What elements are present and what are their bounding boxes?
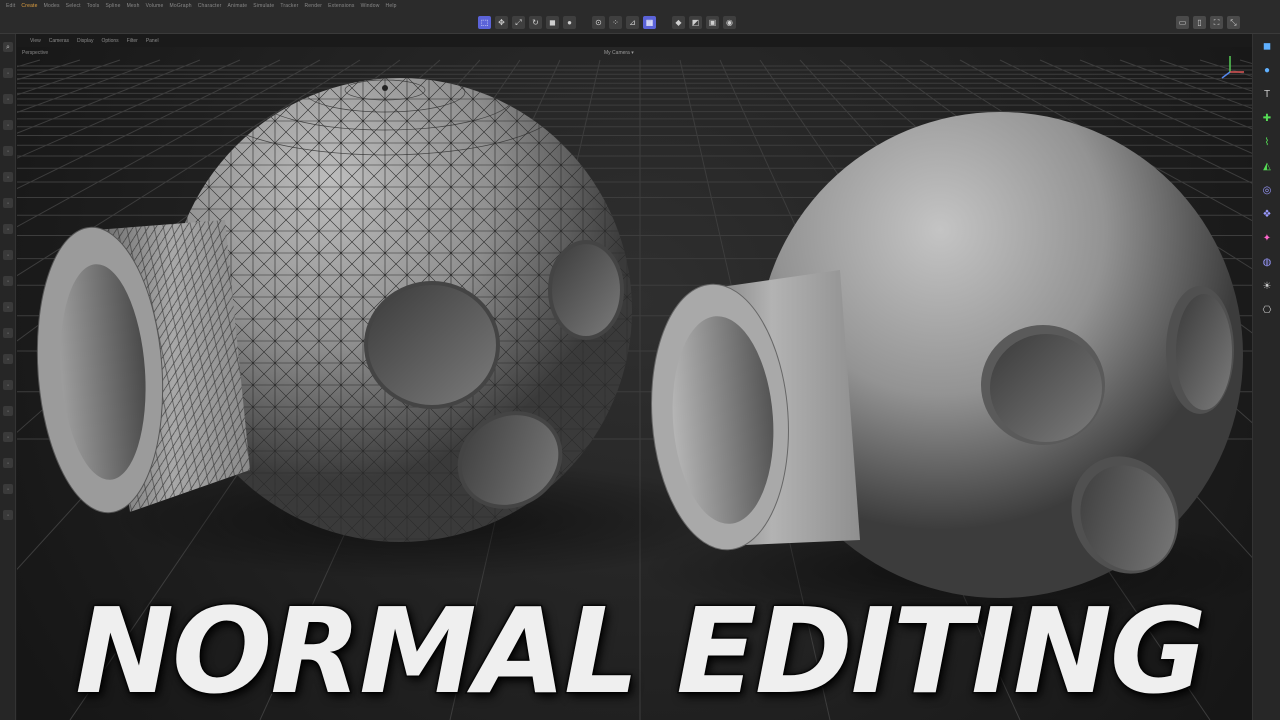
viewport-label: Perspective	[22, 50, 49, 56]
menu-item-select[interactable]: Select	[66, 3, 81, 9]
spline-icon[interactable]: ⌇	[1260, 136, 1274, 150]
menu-item-render[interactable]: Render	[304, 3, 322, 9]
select-icon[interactable]: ⬚	[478, 16, 491, 29]
texture-icon[interactable]: ▣	[706, 16, 719, 29]
bevel-icon[interactable]: ·	[3, 250, 13, 260]
menu-item-spline[interactable]: Spline	[105, 3, 120, 9]
menu-item-create[interactable]: Create	[21, 3, 37, 9]
sphere-icon[interactable]: ●	[1260, 64, 1274, 78]
extrude-icon[interactable]: ·	[3, 224, 13, 234]
menu-item-edit[interactable]: Edit	[6, 3, 15, 9]
sphere-icon[interactable]: ●	[563, 16, 576, 29]
cube-icon[interactable]: ◼	[546, 16, 559, 29]
scale-icon[interactable]: ⤢	[512, 16, 525, 29]
light-icon[interactable]: ☀	[1260, 280, 1274, 294]
polygons-icon[interactable]: ▦	[643, 16, 656, 29]
viewport-menu-filter[interactable]: Filter	[127, 38, 138, 44]
field-icon[interactable]: ◎	[1260, 184, 1274, 198]
layout-alt-icon[interactable]: ▯	[1193, 16, 1206, 29]
menu-item-tracker[interactable]: Tracker	[280, 3, 298, 9]
viewport-menu-display[interactable]: Display	[77, 38, 93, 44]
title-overlay: NORMAL EDITING	[0, 581, 1280, 720]
menu-item-mesh[interactable]: Mesh	[127, 3, 140, 9]
rotate-tool-icon[interactable]: ·	[3, 94, 13, 104]
select-tool-icon[interactable]: ·	[3, 146, 13, 156]
menu-item-character[interactable]: Character	[198, 3, 222, 9]
viewport-menu-options[interactable]: Options	[101, 38, 118, 44]
settings-icon[interactable]: ·	[3, 510, 13, 520]
deformer-icon[interactable]: ◭	[1260, 160, 1274, 174]
viewport-menu-view[interactable]: View	[30, 38, 41, 44]
volume-icon[interactable]: ◍	[1260, 256, 1274, 270]
model-icon[interactable]: ◆	[672, 16, 685, 29]
smooth-icon[interactable]: ·	[3, 484, 13, 494]
layout-toolbar: ▭ ▯ ⛶ ⤡	[1176, 16, 1240, 29]
mirror-icon[interactable]: ·	[3, 432, 13, 442]
text-icon[interactable]: T	[1260, 88, 1274, 102]
fullscreen-icon[interactable]: ⛶	[1210, 16, 1223, 29]
cube-icon[interactable]: ◼	[1260, 40, 1274, 54]
bridge-icon[interactable]: ·	[3, 276, 13, 286]
menu-item-mograph[interactable]: MoGraph	[169, 3, 191, 9]
move-icon[interactable]: ✥	[495, 16, 508, 29]
menubar: Edit Create Modes Select Tools Spline Mesh Volu…	[0, 0, 1280, 34]
uv-icon[interactable]: ◩	[689, 16, 702, 29]
knife-icon[interactable]: ·	[3, 198, 13, 208]
loop-cut-icon[interactable]: ·	[3, 328, 13, 338]
edges-icon[interactable]: ⊿	[626, 16, 639, 29]
layout-icon[interactable]: ▭	[1176, 16, 1189, 29]
effector-icon[interactable]: ✦	[1260, 232, 1274, 246]
expand-icon[interactable]: ⤡	[1227, 16, 1240, 29]
main-menu: Edit Create Modes Select Tools Spline Mesh Volu…	[6, 3, 397, 9]
brush-icon[interactable]: ·	[3, 380, 13, 390]
menu-item-simulate[interactable]: Simulate	[253, 3, 274, 9]
menu-item-help[interactable]: Help	[386, 3, 397, 9]
viewport-menu-panel[interactable]: Panel	[146, 38, 159, 44]
snap-icon[interactable]: ⊙	[592, 16, 605, 29]
menu-item-tools[interactable]: Tools	[87, 3, 100, 9]
viewport-menu: View Cameras Display Options Filter Panel	[18, 35, 1254, 47]
move-tool-icon[interactable]: ·	[3, 68, 13, 78]
menu-item-modes[interactable]: Modes	[44, 3, 60, 9]
search-icon[interactable]: ⌕	[3, 42, 13, 52]
points-icon[interactable]: ⁘	[609, 16, 622, 29]
menu-item-volume[interactable]: Volume	[146, 3, 164, 9]
menu-item-animate[interactable]: Animate	[228, 3, 248, 9]
title-text: NORMAL EDITING	[74, 581, 1208, 720]
camera-icon[interactable]: ⎔	[1260, 304, 1274, 318]
scale-tool-icon[interactable]: ·	[3, 120, 13, 130]
camera-dropdown[interactable]: My Camera ▾	[604, 50, 634, 56]
menu-item-window[interactable]: Window	[361, 3, 380, 9]
hole-center	[364, 281, 500, 409]
generator-icon[interactable]: ✚	[1260, 112, 1274, 126]
paint-icon[interactable]: ·	[3, 172, 13, 182]
weld-icon[interactable]: ·	[3, 302, 13, 312]
hole-right	[548, 240, 624, 340]
sculpt-icon[interactable]: ·	[3, 458, 13, 468]
render-icon[interactable]: ◉	[723, 16, 736, 29]
viewport-menu-cameras[interactable]: Cameras	[49, 38, 69, 44]
slide-icon[interactable]: ·	[3, 354, 13, 364]
mograph-icon[interactable]: ❖	[1260, 208, 1274, 222]
menu-item-extensions[interactable]: Extensions	[328, 3, 354, 9]
main-toolbar: ⬚ ✥ ⤢ ↻ ◼ ● ⊙ ⁘ ⊿ ▦ ◆ ◩ ▣ ◉	[478, 16, 736, 29]
rotate-icon[interactable]: ↻	[529, 16, 542, 29]
magnet-icon[interactable]: ·	[3, 406, 13, 416]
